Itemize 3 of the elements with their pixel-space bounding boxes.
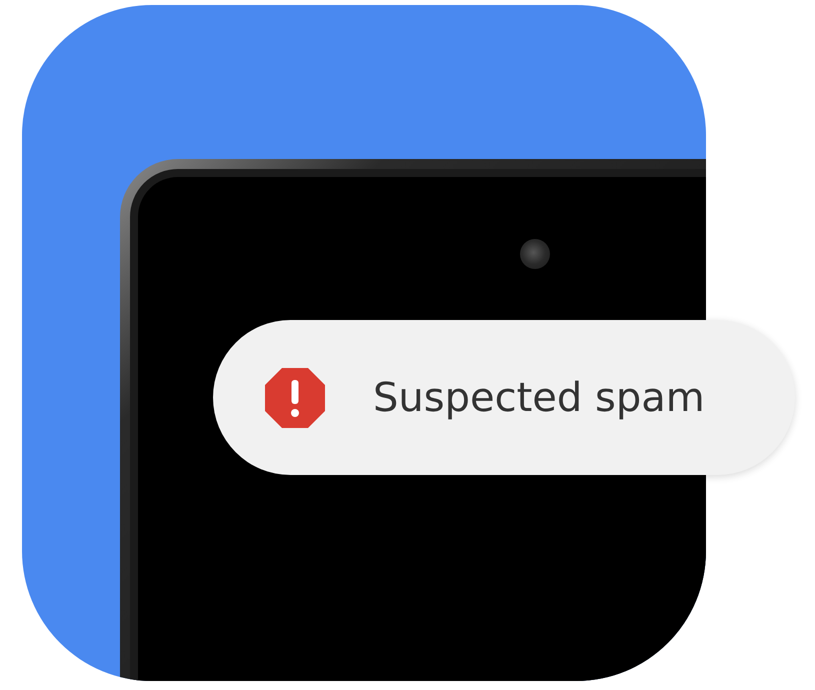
- notification-text: Suspected spam: [373, 374, 705, 420]
- camera-icon: [520, 239, 550, 269]
- warning-icon: [263, 366, 327, 430]
